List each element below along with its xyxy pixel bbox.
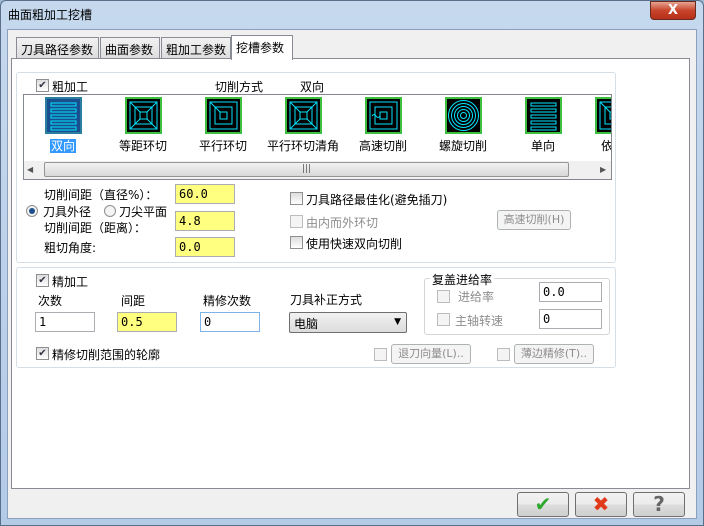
tab-pocket-params[interactable]: 挖槽参数 [231, 35, 293, 60]
finish-checkbox[interactable]: ✔ [36, 274, 49, 287]
override-feed-title: 复盖进给率 [430, 271, 495, 288]
finish-label: 精加工 [52, 275, 89, 289]
question-icon: ? [653, 492, 665, 516]
ok-button[interactable]: ✔ [517, 492, 569, 517]
cut-method-item[interactable]: 高速切削 [338, 137, 428, 154]
spindle-label: 主轴转速 [455, 314, 504, 328]
stepover-dist-label: 切削间距（距离）： [44, 221, 147, 235]
feed-input[interactable]: 0.0 [539, 282, 602, 302]
cut-method-label: 螺旋切削 [438, 139, 487, 153]
lead-in-out-button[interactable]: 退刀向量(L).. [391, 344, 471, 364]
tab-toolpath-params[interactable]: 刀具路径参数 [16, 37, 99, 59]
scroll-left-arrow[interactable]: ◀ [27, 165, 33, 174]
fast-zigzag-checkbox[interactable] [290, 236, 303, 249]
cut-method-label: 切削方式 [215, 80, 264, 94]
thin-wall-button[interactable]: 薄边精修(T).. [514, 344, 594, 364]
stepover-pct-input[interactable]: 60.0 [175, 184, 235, 204]
cut-method-label: 平行环切清角 [266, 139, 339, 153]
cut-method-list[interactable]: 双向 等距环切 平行环切 平行环切清角 高速切削 螺旋切削 单向 依外 ◀ ||| ▶ [23, 94, 612, 180]
close-button[interactable]: X [650, 1, 696, 20]
fast-zigzag-label: 使用快速双向切削 [306, 237, 403, 251]
cutter-comp-dropdown[interactable]: 电脑 ▼ [289, 312, 407, 333]
x-icon: ✖ [592, 492, 610, 516]
tab-surface-params[interactable]: 曲面参数 [100, 37, 160, 59]
constant-overlap-spiral-icon[interactable] [125, 97, 162, 134]
cut-method-value: 双向 [300, 80, 325, 94]
cut-method-item[interactable]: 平行环切清角 [258, 137, 348, 154]
feed-label: 进给率 [458, 290, 495, 304]
rough-checkbox[interactable]: ✔ [36, 79, 49, 92]
cut-method-label: 等距环切 [118, 139, 167, 153]
scroll-thumb[interactable]: ||| [44, 162, 569, 177]
high-speed-icon[interactable] [365, 97, 402, 134]
cut-method-label: 高速切削 [358, 139, 407, 153]
scroll-right-arrow[interactable]: ▶ [600, 165, 606, 174]
spacing-label: 间距 [121, 294, 146, 308]
cutter-comp-label: 刀具补正方式 [290, 293, 363, 307]
radio-tool-flat[interactable] [104, 205, 116, 217]
cut-method-item[interactable]: 双向 [24, 137, 108, 154]
minimize-plunge-checkbox[interactable] [290, 192, 303, 205]
radio-tool-diameter[interactable] [26, 205, 38, 217]
stepover-pct-label: 切削间距（直径%）： [44, 188, 158, 202]
cutter-comp-value: 电脑 [294, 317, 319, 331]
cut-method-label: 单向 [530, 139, 555, 153]
cut-method-label: 依外 [600, 139, 612, 153]
help-button[interactable]: ? [633, 492, 685, 517]
angle-label: 粗切角度: [44, 241, 97, 255]
checkmark-icon: ✔ [534, 492, 552, 516]
tab-rough-params[interactable]: 粗加工参数 [161, 37, 231, 59]
spacing-input[interactable]: 0.5 [117, 312, 177, 332]
cut-method-item[interactable]: 等距环切 [98, 137, 188, 154]
feed-checkbox[interactable] [437, 290, 450, 303]
lead-checkbox[interactable] [374, 348, 387, 361]
rough-label: 粗加工 [52, 80, 89, 94]
radio-tool-diameter-label: 刀具外径 [43, 205, 92, 219]
chevron-down-icon: ▼ [394, 317, 401, 327]
horizontal-scrollbar[interactable]: ◀ ||| ▶ [24, 161, 611, 179]
true-spiral-icon[interactable] [445, 97, 482, 134]
passes-input[interactable]: 1 [35, 312, 95, 332]
parallel-spiral-icon[interactable] [205, 97, 242, 134]
inside-out-checkbox[interactable] [290, 215, 303, 228]
radio-tool-flat-label: 刀尖平面 [119, 205, 168, 219]
one-way-icon[interactable] [525, 97, 562, 134]
thin-wall-checkbox[interactable] [497, 348, 510, 361]
high-speed-button[interactable]: 高速切削(H) [497, 210, 571, 230]
minimize-plunge-label: 刀具路径最佳化(避免插刀) [306, 193, 448, 207]
cut-method-item[interactable]: 螺旋切削 [418, 137, 508, 154]
cancel-button[interactable]: ✖ [575, 492, 627, 517]
cut-method-label: 平行环切 [198, 139, 247, 153]
spring-passes-input[interactable]: 0 [200, 312, 260, 332]
passes-label: 次数 [38, 294, 63, 308]
spring-passes-label: 精修次数 [203, 294, 252, 308]
inside-out-label: 由内而外环切 [306, 216, 379, 230]
window-title: 曲面粗加工挖槽 [8, 8, 93, 22]
angle-input[interactable]: 0.0 [175, 237, 235, 257]
spindle-input[interactable]: 0 [539, 309, 602, 329]
zigzag-icon[interactable] [45, 97, 82, 134]
cut-method-item[interactable]: 平行环切 [178, 137, 268, 154]
finish-outer-label: 精修切削范围的轮廓 [52, 348, 161, 362]
stepover-dist-input[interactable]: 4.8 [175, 211, 235, 231]
cut-method-item[interactable]: 依外 [568, 137, 612, 154]
cut-method-label: 双向 [49, 139, 76, 153]
finish-outer-checkbox[interactable]: ✔ [36, 347, 49, 360]
spindle-checkbox[interactable] [437, 313, 450, 326]
parallel-spiral-clean-corners-icon[interactable] [285, 97, 322, 134]
morph-spiral-icon[interactable] [595, 97, 611, 134]
